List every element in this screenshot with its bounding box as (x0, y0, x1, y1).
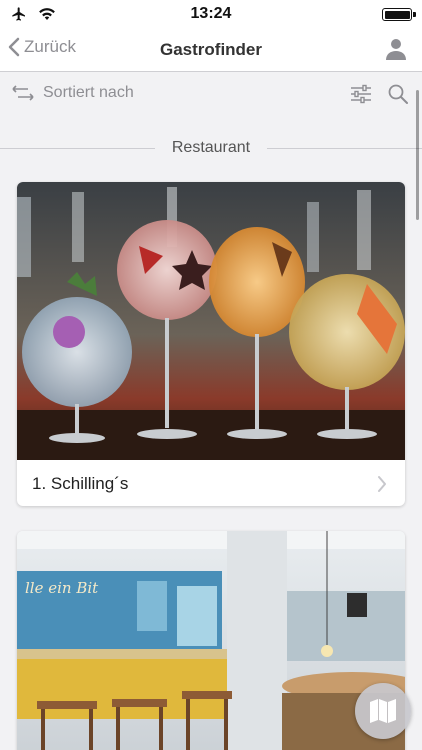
status-bar: 13:24 (0, 0, 422, 28)
page-title: Gastrofinder (159, 40, 263, 59)
sliders-icon (351, 84, 371, 104)
section-header: Restaurant (0, 136, 422, 162)
svg-text:lle ein Bit: lle ein Bit (25, 579, 99, 597)
restaurant-interior-photo: lle ein Bit (17, 531, 405, 750)
divider-right (267, 148, 422, 149)
sort-label: Sortiert nach (43, 84, 134, 101)
restaurant-card[interactable]: lle ein Bit (17, 531, 405, 750)
search-button[interactable] (388, 84, 408, 109)
map-icon (370, 699, 396, 723)
restaurant-name: 1. Schilling´s (32, 474, 129, 493)
chevron-right-icon (378, 476, 386, 492)
navigation-bar: Zurück Gastrofinder (0, 28, 422, 72)
cocktail-glasses-photo (17, 182, 405, 460)
card-caption: 1. Schilling´s (17, 460, 405, 506)
swap-arrows-icon (12, 85, 34, 101)
scrollbar[interactable] (416, 90, 419, 220)
status-time: 13:24 (190, 5, 232, 22)
restaurant-card[interactable]: 1. Schilling´s (17, 182, 405, 506)
search-icon (388, 84, 408, 104)
toolbar: Sortiert nach (0, 72, 422, 118)
battery-icon (382, 8, 416, 21)
user-icon[interactable] (386, 38, 406, 65)
sort-button[interactable]: Sortiert nach (12, 84, 134, 102)
filter-button[interactable] (350, 84, 372, 109)
map-button[interactable] (355, 683, 411, 739)
